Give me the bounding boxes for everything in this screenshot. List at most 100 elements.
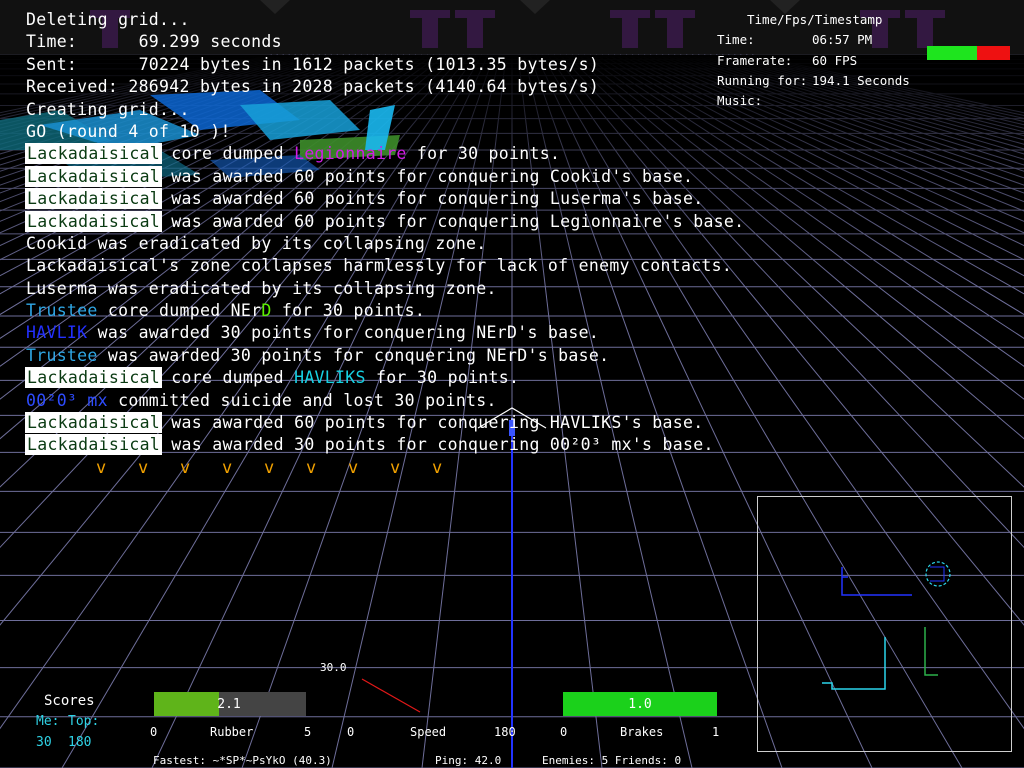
console-text: Deleting grid... xyxy=(26,10,190,29)
minimap xyxy=(757,496,1012,752)
player-name-tag: Lackadaisical xyxy=(24,367,163,389)
console-text: core dumped xyxy=(161,368,295,388)
console-text: for 30 points. xyxy=(406,144,561,164)
console-line: Lackadaisical's zone collapses harmlessl… xyxy=(26,255,786,277)
chevron-down-icon: v xyxy=(180,458,191,478)
console-line: Received: 286942 bytes in 2028 packets (… xyxy=(26,76,786,98)
console-line: Luserma was eradicated by its collapsing… xyxy=(26,278,786,300)
console-line: Trustee core dumped NErD for 30 points. xyxy=(26,300,786,322)
enemies-friends-text: Enemies: 5 Friends: 0 xyxy=(542,754,682,767)
health-bar-bad xyxy=(977,46,1010,60)
console-log: Deleting grid... Time: 69.299 seconds Sent… xyxy=(24,9,786,457)
console-line: Trustee was awarded 30 points for conque… xyxy=(26,345,786,367)
scores-title: Scores xyxy=(44,693,95,709)
rubber-value: 2.1 xyxy=(217,697,241,712)
rubber-bar-fill xyxy=(154,692,220,716)
player-name-tag: Lackadaisical xyxy=(24,412,163,434)
console-text: Legionnaire xyxy=(294,144,407,164)
chevron-down-icon: v xyxy=(432,458,443,478)
framerate-label: Framerate: xyxy=(717,53,793,68)
scores-top-label: Top: xyxy=(68,714,100,729)
console-text: Time: 69.299 seconds xyxy=(26,32,282,52)
console-text: HAVLIK xyxy=(26,323,88,343)
console-line: Time: 69.299 seconds xyxy=(26,31,786,53)
console-text: 00²0³ mx xyxy=(26,390,108,410)
console-text: D xyxy=(261,301,272,321)
console-text: was awarded 30 points for conquering 00²… xyxy=(161,435,714,455)
time-value: 06:57 PM xyxy=(812,32,873,47)
running-value: 194.1 Seconds xyxy=(812,73,910,88)
console-text: was awarded 60 points for conquering Leg… xyxy=(161,211,745,231)
rubber-min: 0 xyxy=(150,725,158,739)
health-bar-good xyxy=(927,46,977,60)
console-text: core dumped xyxy=(161,144,295,164)
console-line: Lackadaisical was awarded 60 points for … xyxy=(24,210,786,233)
scores-me-label: Me: xyxy=(36,714,60,729)
console-text: was awarded 60 points for conquering HAV… xyxy=(161,413,704,433)
chevron-down-icon: v xyxy=(138,458,149,478)
speed-min: 0 xyxy=(347,725,355,739)
console-text: was awarded 30 points for conquering NEr… xyxy=(97,345,610,365)
console-line: HAVLIK was awarded 30 points for conquer… xyxy=(26,322,786,344)
rubber-max: 5 xyxy=(304,725,312,739)
minimap-canvas xyxy=(822,561,951,690)
chevron-down-icon: v xyxy=(222,458,233,478)
info-title: Time/Fps/Timestamp xyxy=(747,12,883,27)
console-text: Trustee xyxy=(26,345,98,365)
console-line: Lackadaisical was awarded 30 points for … xyxy=(24,434,786,456)
ping-text: Ping: 42.0 xyxy=(435,754,502,767)
console-text: Luserma was eradicated by its collapsing… xyxy=(26,278,497,298)
scores-top-value: 180 xyxy=(68,735,92,750)
player-name-tag: Lackadaisical xyxy=(24,210,163,232)
console-text: core dumped NEr xyxy=(97,301,262,321)
rubber-label: Rubber xyxy=(210,725,254,739)
console-text: was awarded 60 points for conquering Lus… xyxy=(161,189,704,209)
framerate-value: 60 FPS xyxy=(812,53,858,68)
console-line: Deleting grid... xyxy=(26,9,786,31)
console-text: Trustee xyxy=(26,301,98,321)
player-name-tag: Lackadaisical xyxy=(24,165,163,187)
time-label: Time: xyxy=(717,32,755,47)
brakes-max: 1 xyxy=(712,725,720,739)
speed-max: 180 xyxy=(494,725,516,739)
player-name-tag: Lackadaisical xyxy=(24,434,163,456)
brakes-min: 0 xyxy=(560,725,568,739)
console-text: Lackadaisical's zone collapses harmlessl… xyxy=(26,256,733,276)
console-text: Cookid was eradicated by its collapsing … xyxy=(26,233,487,253)
console-line: Sent: 70224 bytes in 1612 packets (1013.… xyxy=(26,54,786,76)
speed-needle xyxy=(361,678,421,713)
console-text: Sent: 70224 bytes in 1612 packets (1013.… xyxy=(26,54,600,74)
console-line: Lackadaisical was awarded 60 points for … xyxy=(24,165,786,188)
console-text: committed suicide and lost 30 points. xyxy=(107,390,497,410)
console-line: Lackadaisical core dumped Legionnaire fo… xyxy=(24,143,786,165)
console-line: Lackadaisical was awarded 60 points for … xyxy=(24,412,786,434)
player-name-tag: Lackadaisical xyxy=(24,143,163,165)
console-line: 00²0³ mx committed suicide and lost 30 p… xyxy=(26,390,786,412)
brakes-value: 1.0 xyxy=(628,697,652,712)
console-text: HAVLIKS xyxy=(294,368,366,388)
chevron-down-icon: v xyxy=(264,458,275,478)
console-text: Received: 286942 bytes in 2028 packets (… xyxy=(26,77,600,97)
console-line: Lackadaisical core dumped HAVLIKS for 30… xyxy=(24,367,786,389)
console-line: GO (round 4 of 10 )! xyxy=(26,121,786,143)
console-line: Lackadaisical was awarded 60 points for … xyxy=(24,188,786,210)
chevron-down-icon: v xyxy=(306,458,317,478)
console-text: was awarded 60 points for conquering Coo… xyxy=(161,166,694,186)
fastest-text: Fastest: ~*SP*~PsYkO (40.3) xyxy=(153,754,332,767)
console-text: for 30 points. xyxy=(365,368,520,388)
console-text: for 30 points. xyxy=(271,301,426,321)
running-label: Running for: xyxy=(717,73,808,88)
speed-label: Speed xyxy=(410,725,447,739)
music-label: Music: xyxy=(717,93,763,108)
player-name-tag: Lackadaisical xyxy=(24,188,163,210)
chevron-down-icon: v xyxy=(96,458,107,478)
brakes-label: Brakes xyxy=(620,725,664,739)
console-text: GO (round 4 of 10 )! xyxy=(26,121,231,141)
console-line: Creating grid... xyxy=(26,99,786,121)
console-line: Cookid was eradicated by its collapsing … xyxy=(26,233,786,255)
console-text: Creating grid... xyxy=(26,99,190,119)
speed-top-value: 30.0 xyxy=(320,661,347,674)
chevron-down-icon: v xyxy=(390,458,401,478)
console-text: was awarded 30 points for conquering NEr… xyxy=(87,323,600,343)
scores-me-value: 30 xyxy=(36,735,52,750)
